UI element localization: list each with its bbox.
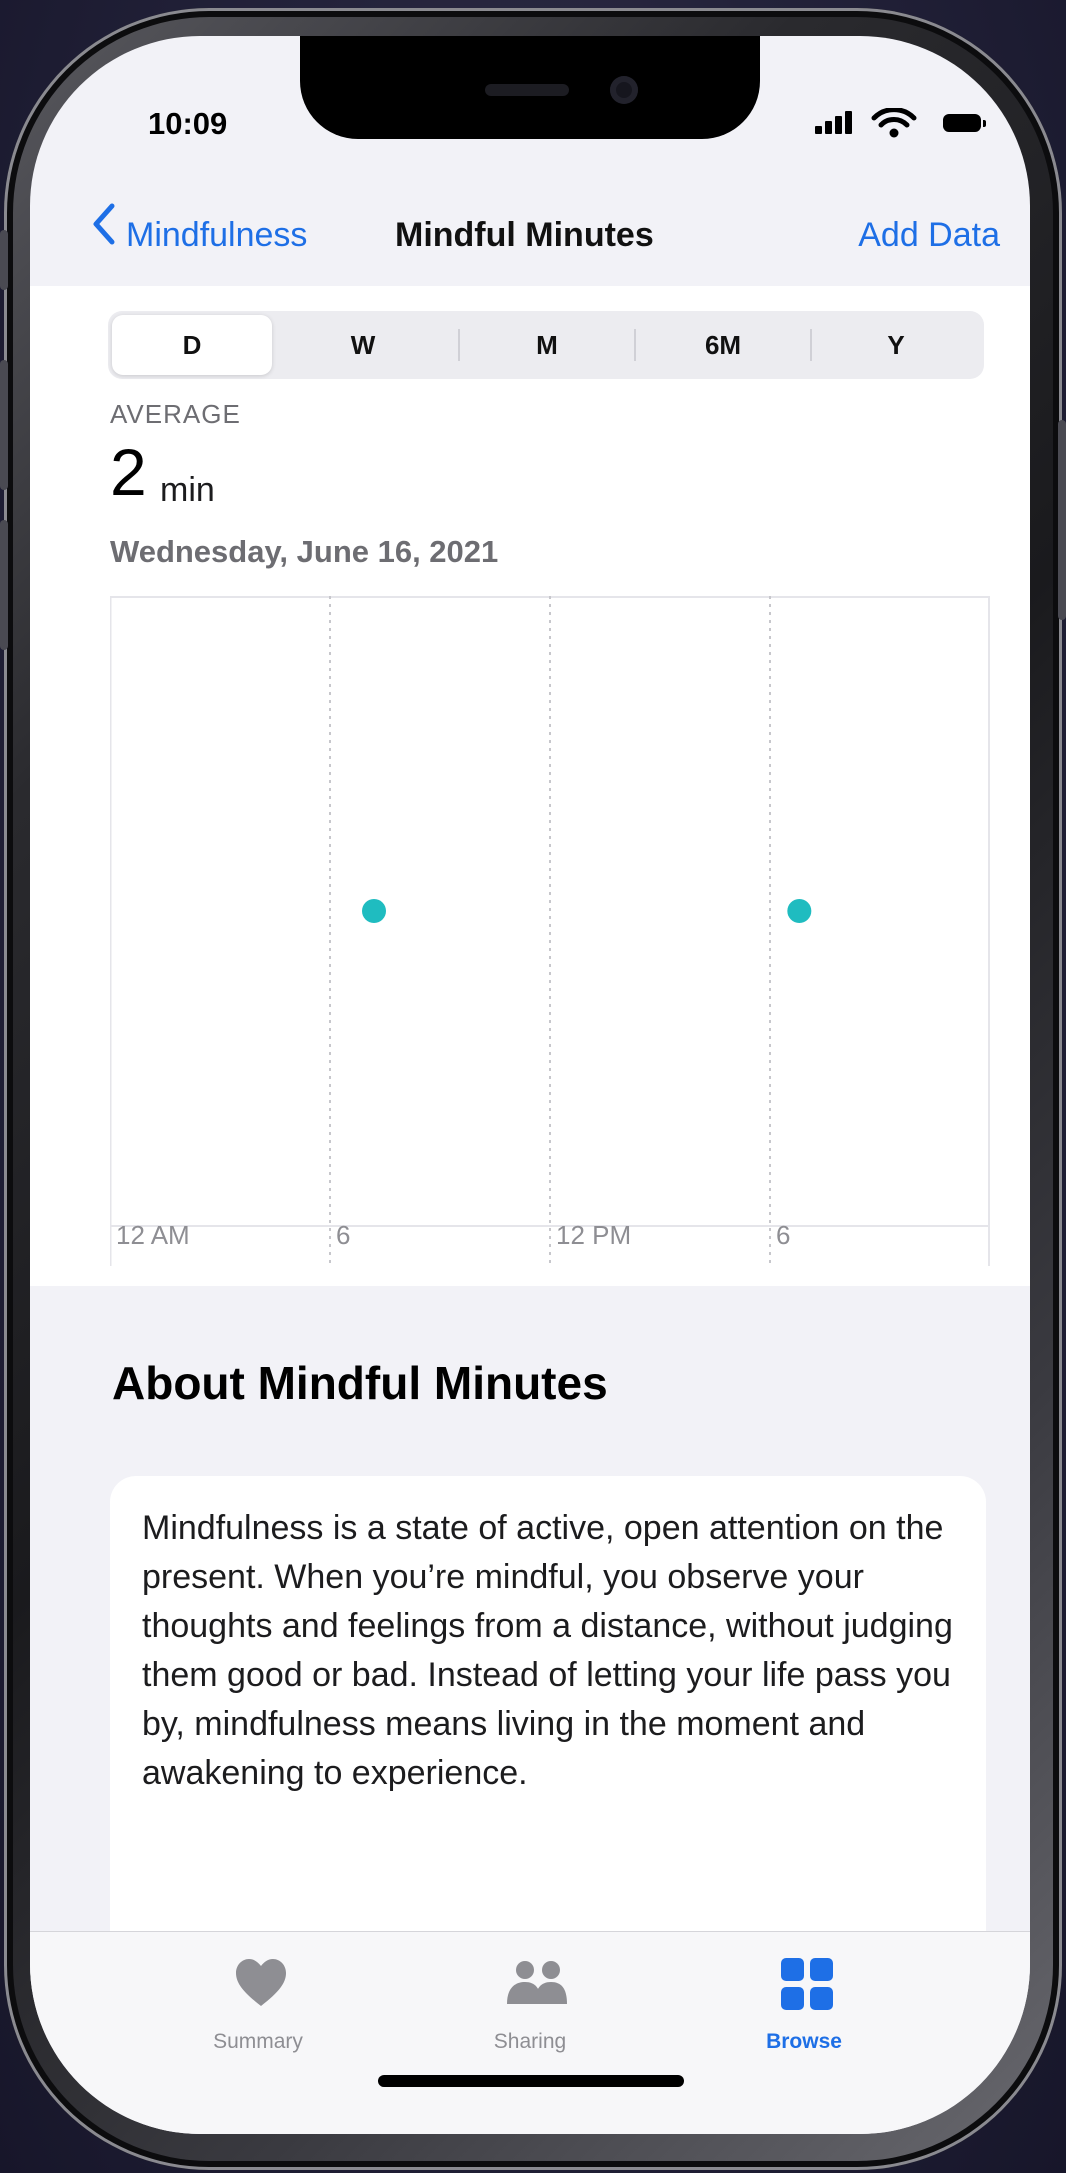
segment-six-months[interactable]: 6M	[636, 315, 810, 375]
mindful-minutes-chart[interactable]: 12 AM 6 12 PM 6	[110, 596, 990, 1266]
volume-up-button	[0, 360, 8, 490]
screen: 10:09 Mindfulness Mindful Minutes Add Da…	[30, 36, 1030, 2134]
segment-month[interactable]: M	[460, 315, 634, 375]
tab-label: Summary	[213, 2030, 303, 2053]
people-icon	[507, 1961, 567, 2004]
page-title: Mindful Minutes	[395, 216, 654, 254]
summary-unit: min	[160, 471, 215, 509]
tab-summary[interactable]: Summary	[138, 1932, 378, 2082]
segment-week[interactable]: W	[288, 315, 438, 375]
home-indicator	[378, 2075, 684, 2087]
heart-icon	[236, 1959, 286, 2006]
chart-x-tick-label: 6	[336, 1220, 350, 1250]
status-time: 10:09	[148, 106, 228, 141]
chart-data-point	[787, 899, 812, 923]
status-icons	[815, 108, 995, 138]
grid-icon	[781, 1958, 833, 2010]
tab-sharing[interactable]: Sharing	[410, 1932, 650, 2082]
tab-bar: Summary Sharing Browse	[30, 1931, 1030, 2134]
back-button[interactable]: Mindfulness	[126, 216, 307, 255]
notch	[300, 36, 760, 139]
tab-label: Sharing	[493, 2030, 567, 2053]
chart-data-point	[362, 899, 386, 923]
front-camera	[610, 76, 638, 104]
navigation-bar: Mindfulness Mindful Minutes Add Data	[30, 186, 1030, 286]
back-chevron-icon[interactable]	[88, 200, 120, 248]
chart-x-tick-label: 6	[776, 1220, 790, 1250]
segment-day[interactable]: D	[112, 315, 272, 375]
mute-switch	[0, 230, 8, 290]
chart-x-tick-label: 12 PM	[556, 1220, 631, 1250]
about-description: Mindfulness is a state of active, open a…	[142, 1509, 953, 1792]
segment-year[interactable]: Y	[812, 315, 980, 375]
power-button	[1058, 420, 1066, 620]
summary-label: AVERAGE	[110, 399, 241, 429]
speaker-grille	[485, 84, 569, 96]
add-data-button[interactable]: Add Data	[858, 216, 1000, 255]
about-section-title: About Mindful Minutes	[112, 1357, 608, 1409]
wifi-icon	[871, 108, 917, 138]
tab-browse[interactable]: Browse	[684, 1932, 924, 2082]
summary-date: Wednesday, June 16, 2021	[110, 534, 499, 569]
summary-value: 2	[110, 435, 147, 509]
tab-label: Browse	[766, 2030, 842, 2053]
volume-down-button	[0, 520, 8, 650]
time-range-segmented-control: D W M 6M Y	[108, 311, 984, 379]
chart-x-tick-label: 12 AM	[116, 1220, 190, 1250]
